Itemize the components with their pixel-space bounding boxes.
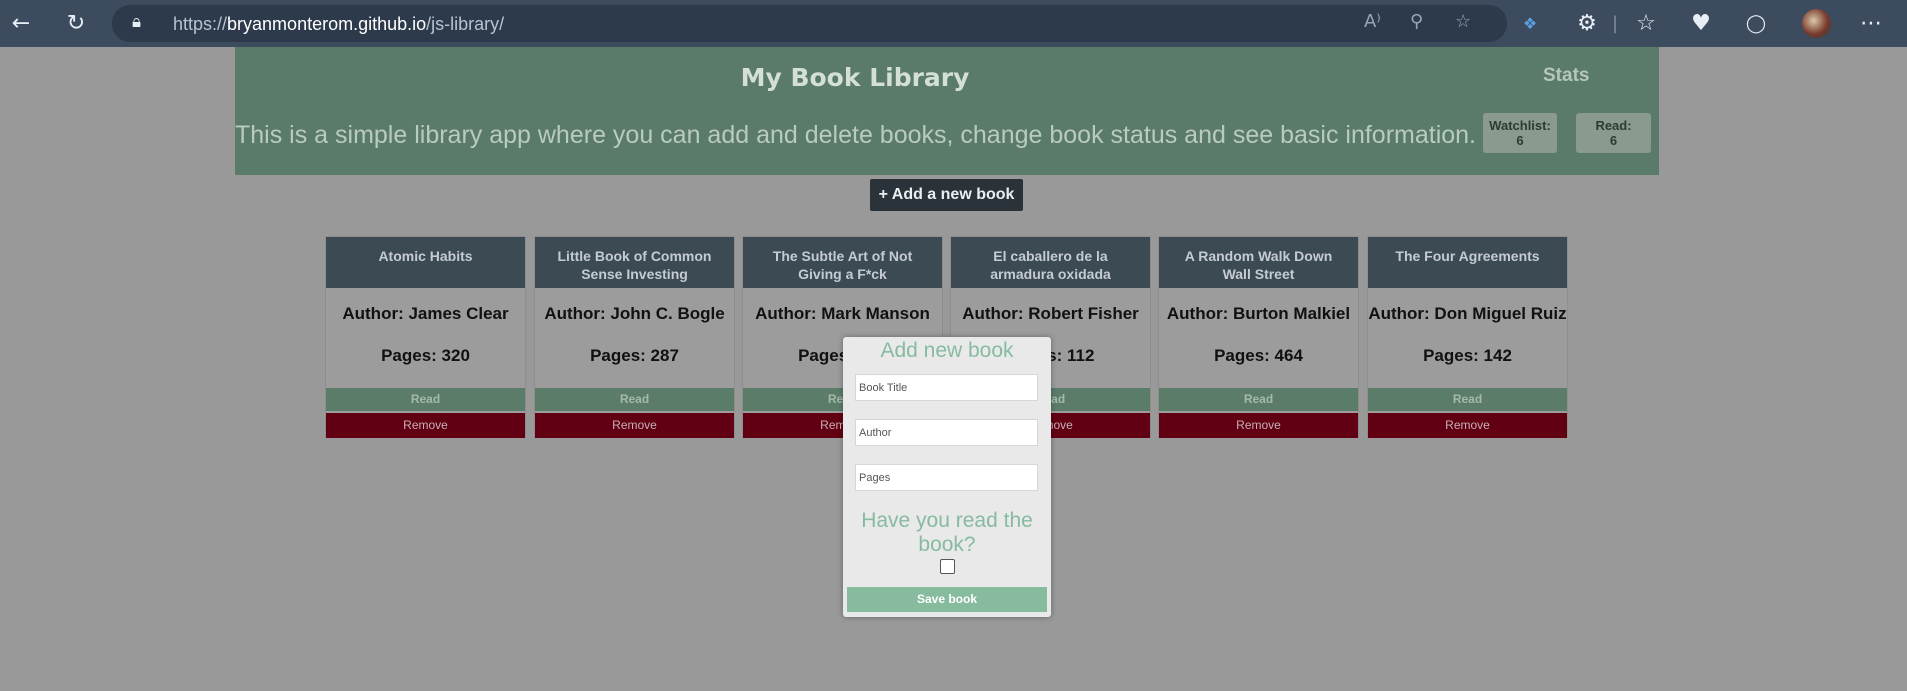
save-book-button[interactable]: Save book bbox=[847, 587, 1047, 612]
remove-button[interactable]: Remove bbox=[1159, 413, 1358, 438]
read-status-button[interactable]: Read bbox=[535, 388, 734, 411]
remove-button[interactable]: Remove bbox=[326, 413, 525, 438]
book-pages: Pages: 142 bbox=[1423, 346, 1512, 365]
read-aloud-icon[interactable]: A⁾ bbox=[1364, 11, 1381, 32]
book-author: Author: John C. Bogle bbox=[544, 304, 725, 323]
watchlist-value: 6 bbox=[1516, 133, 1524, 148]
read-status-button[interactable]: Read bbox=[1159, 388, 1358, 411]
stats-heading: Stats bbox=[1543, 65, 1590, 86]
browser-toolbar: ← ↻ 🔒︎ https://bryanmonterom.github.io/j… bbox=[0, 0, 1907, 47]
book-title: The Four Agreements bbox=[1368, 237, 1567, 288]
book-pages: Pages: 287 bbox=[590, 346, 679, 365]
extension-icon[interactable]: ❖ bbox=[1516, 9, 1544, 37]
page-description: This is a simple library app where you c… bbox=[235, 121, 1477, 149]
health-icon[interactable]: ♥ bbox=[1687, 9, 1715, 37]
read-checkbox[interactable] bbox=[940, 559, 955, 574]
book-card: Atomic Habits Author: James Clear Pages:… bbox=[325, 236, 526, 438]
read-value: 6 bbox=[1609, 133, 1618, 148]
extension-puzzle-icon[interactable]: ⚙ bbox=[1573, 9, 1601, 37]
read-status-button[interactable]: Read bbox=[1368, 388, 1567, 411]
browser-essentials-icon[interactable]: ◯ bbox=[1742, 9, 1770, 37]
book-card: Little Book of Common Sense Investing Au… bbox=[534, 236, 735, 438]
remove-button[interactable]: Remove bbox=[535, 413, 734, 438]
book-author: Author: James Clear bbox=[342, 304, 509, 323]
author-input[interactable] bbox=[855, 419, 1038, 446]
book-author: Author: Mark Manson bbox=[755, 304, 930, 323]
address-bar[interactable]: 🔒︎ https://bryanmonterom.github.io/js-li… bbox=[112, 5, 1507, 42]
read-question: Have you read the book? bbox=[861, 509, 1033, 556]
watchlist-stat: Watchlist: 6 bbox=[1483, 113, 1557, 153]
lock-icon[interactable]: 🔒︎ bbox=[132, 12, 141, 32]
remove-button[interactable]: Remove bbox=[1368, 413, 1567, 438]
book-title: A Random Walk Down Wall Street bbox=[1159, 237, 1358, 288]
modal-title: Add new book bbox=[880, 339, 1014, 362]
back-icon[interactable]: ← bbox=[7, 9, 35, 37]
page-header: My Book Library This is a simple library… bbox=[235, 47, 1659, 175]
book-author: Author: Don Miguel Ruiz bbox=[1368, 304, 1567, 323]
book-author: Author: Robert Fisher bbox=[962, 304, 1139, 323]
read-label: Read: bbox=[1595, 118, 1632, 133]
book-pages: Pages: 464 bbox=[1214, 346, 1303, 365]
watchlist-label: Watchlist: bbox=[1489, 118, 1551, 133]
toolbar-divider: | bbox=[1611, 12, 1619, 34]
book-card: A Random Walk Down Wall Street Author: B… bbox=[1158, 236, 1359, 438]
zoom-out-icon[interactable]: ⚲ bbox=[1410, 11, 1423, 32]
book-title: Little Book of Common Sense Investing bbox=[535, 237, 734, 288]
add-new-book-button[interactable]: + Add a new book bbox=[870, 179, 1023, 211]
favorites-icon[interactable]: ☆ bbox=[1632, 9, 1660, 37]
book-author: Author: Burton Malkiel bbox=[1166, 304, 1351, 323]
book-title: Atomic Habits bbox=[326, 237, 525, 288]
profile-avatar[interactable] bbox=[1802, 9, 1831, 38]
book-title: El caballero de la armadura oxidada bbox=[951, 237, 1150, 288]
add-favorite-icon[interactable]: ☆ bbox=[1455, 11, 1471, 32]
book-card: The Four Agreements Author: Don Miguel R… bbox=[1367, 236, 1568, 438]
read-stat: Read: 6 bbox=[1576, 113, 1651, 153]
book-title: The Subtle Art of Not Giving a F*ck bbox=[743, 237, 942, 288]
add-book-modal: Add new book Have you read the book? Sav… bbox=[843, 337, 1051, 617]
more-menu-icon[interactable]: ⋯ bbox=[1857, 9, 1885, 37]
page-title: My Book Library bbox=[740, 63, 970, 92]
read-status-button[interactable]: Read bbox=[326, 388, 525, 411]
url-text[interactable]: https://bryanmonterom.github.io/js-libra… bbox=[173, 14, 504, 35]
book-pages: Pages: 320 bbox=[381, 346, 470, 365]
pages-input[interactable] bbox=[855, 464, 1038, 491]
book-title-input[interactable] bbox=[855, 374, 1038, 401]
refresh-icon[interactable]: ↻ bbox=[62, 9, 90, 37]
